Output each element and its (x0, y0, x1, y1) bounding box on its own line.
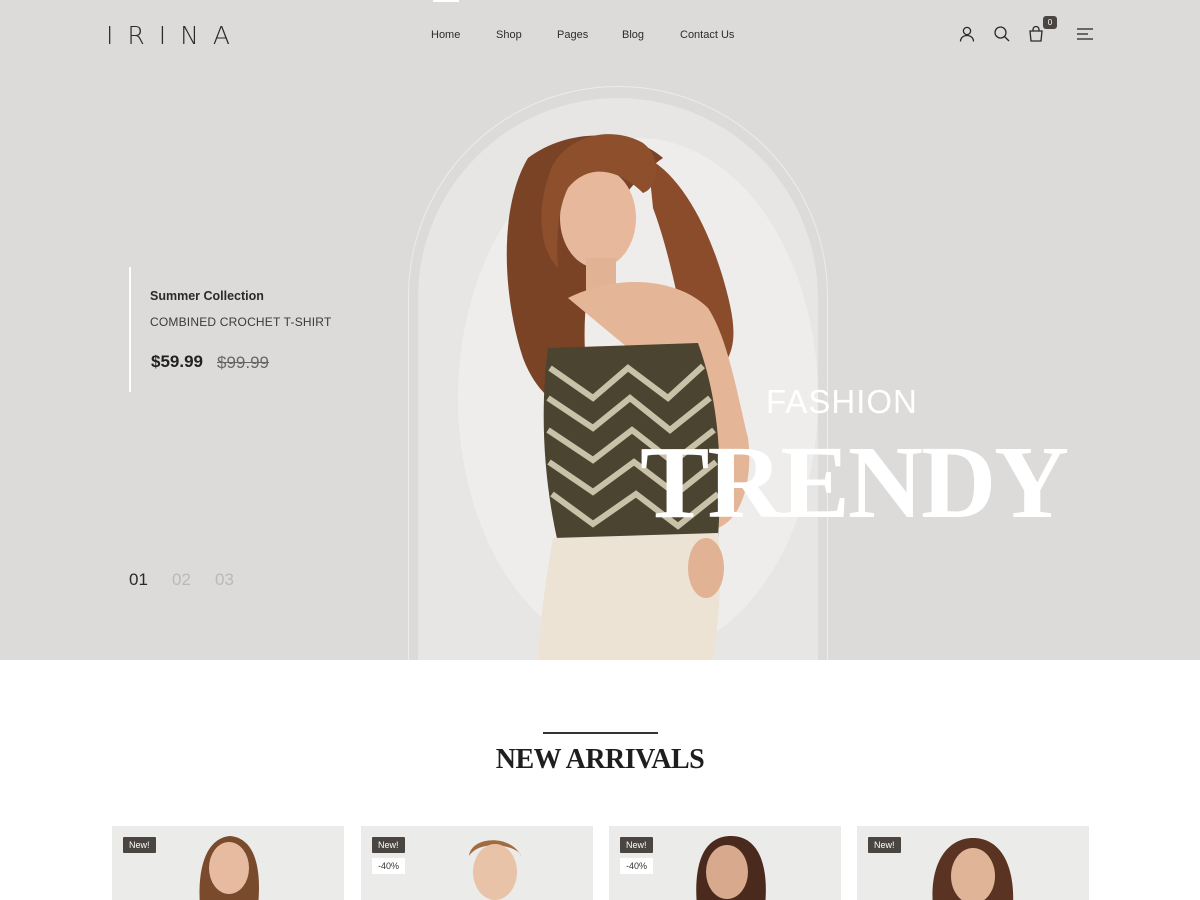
new-badge: New! (372, 837, 405, 853)
product-card-2[interactable]: New! -40% (361, 826, 593, 900)
cart-icon[interactable] (1027, 25, 1045, 43)
user-icon[interactable] (958, 25, 976, 43)
info-divider (129, 267, 131, 392)
slide-indicator-01[interactable]: 01 (129, 570, 148, 590)
main-nav: Home Shop Pages Blog Contact Us (0, 29, 1200, 43)
model-photo (458, 134, 818, 660)
collection-label: Summer Collection (150, 289, 264, 303)
hero-image-arch (418, 98, 818, 660)
nav-pages[interactable]: Pages (557, 29, 588, 41)
nav-home[interactable]: Home (431, 29, 460, 41)
slide-indicator-02[interactable]: 02 (172, 570, 191, 590)
headline-large: TRENDY (640, 425, 1069, 540)
new-badge: New! (123, 837, 156, 853)
new-arrivals-title: NEW ARRIVALS (495, 744, 705, 775)
menu-icon[interactable] (1076, 25, 1094, 43)
product-card-4[interactable]: New! (857, 826, 1089, 900)
product-card-3[interactable]: New! -40% (609, 826, 841, 900)
section-divider (543, 732, 658, 734)
top-accent-line (433, 0, 459, 2)
cart-count-badge: 0 (1043, 16, 1057, 29)
nav-shop[interactable]: Shop (496, 29, 522, 41)
old-price: $99.99 (217, 353, 269, 372)
current-price: $59.99 (151, 352, 203, 371)
nav-blog[interactable]: Blog (622, 29, 644, 41)
hero-banner: IRINA Home Shop Pages Blog Contact Us 0 (0, 0, 1200, 660)
discount-badge: -40% (620, 858, 654, 874)
product-card-1[interactable]: New! (112, 826, 344, 900)
discount-badge: -40% (372, 858, 406, 874)
product-name[interactable]: COMBINED CROCHET T-SHIRT (150, 315, 331, 329)
headline-small: FASHION (766, 383, 918, 420)
nav-contact-us[interactable]: Contact Us (680, 29, 734, 41)
new-badge: New! (868, 837, 901, 853)
slide-indicator-03[interactable]: 03 (215, 570, 234, 590)
new-badge: New! (620, 837, 653, 853)
search-icon[interactable] (993, 25, 1011, 43)
